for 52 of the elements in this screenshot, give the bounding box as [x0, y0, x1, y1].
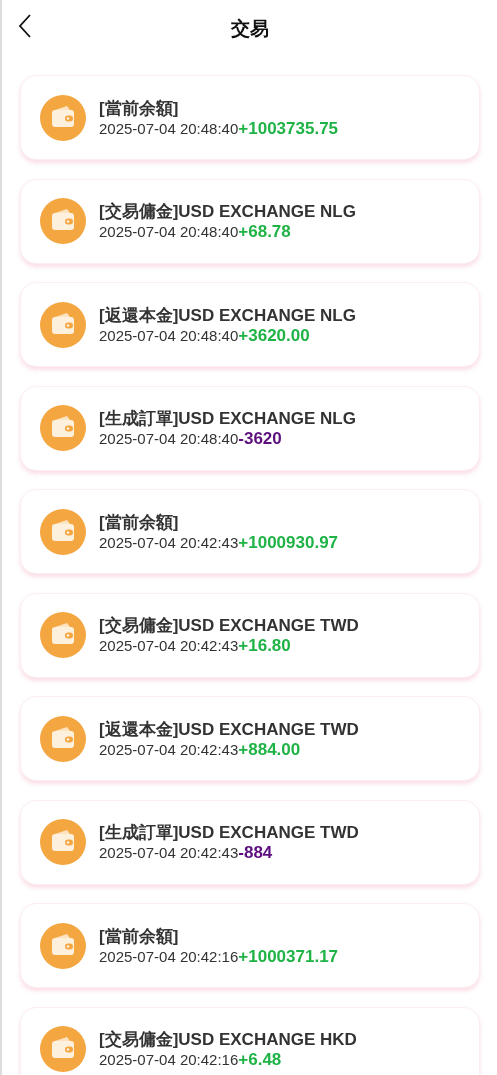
transaction-card[interactable]: [交易傭金]USD EXCHANGE HKD 2025-07-04 20:42:16+6.48 — [20, 1006, 480, 1075]
transaction-amount: +6.48 — [238, 1050, 282, 1069]
transaction-card[interactable]: [返還本金]USD EXCHANGE TWD 2025-07-04 20:42:43+884.00 — [20, 696, 480, 781]
transaction-title: [當前余額] — [99, 925, 180, 947]
wallet-icon — [40, 405, 86, 451]
transaction-amount: -884 — [238, 843, 273, 862]
wallet-icon — [40, 819, 86, 865]
transaction-card[interactable]: [生成訂單]USD EXCHANGE TWD 2025-07-04 20:42:43-884 — [20, 799, 480, 885]
transaction-card[interactable]: [當前余額] 2025-07-04 20:48:40+1003735.75 — [20, 75, 480, 160]
transaction-time: 2025-07-04 20:42:16 — [99, 1050, 239, 1069]
transaction-card[interactable]: [返還本金]USD EXCHANGE NLG 2025-07-04 20:48:40+3620.00 — [20, 282, 480, 367]
transaction-card[interactable]: [當前余額] 2025-07-04 20:42:16+1000371.17 — [20, 903, 480, 988]
transaction-amount: +3620.00 — [238, 325, 310, 345]
transaction-card[interactable]: [交易傭金]USD EXCHANGE NLG 2025-07-04 20:48:40+68.78 — [20, 178, 480, 264]
wallet-icon — [40, 508, 86, 555]
transaction-title: [交易傭金]USD EXCHANGE NLG — [99, 201, 356, 222]
transaction-title: [當前余額] — [99, 97, 180, 119]
transaction-title: [返還本金]USD EXCHANGE TWD — [99, 718, 359, 740]
transaction-amount: +1003735.75 — [238, 118, 339, 138]
transaction-card[interactable]: [生成訂單]USD EXCHANGE NLG 2025-07-04 20:48:40-3620 — [20, 385, 480, 471]
wallet-icon — [40, 1026, 86, 1072]
transaction-time: 2025-07-04 20:48:40 — [99, 118, 239, 138]
transaction-amount: +16.80 — [238, 636, 291, 655]
transaction-amount: +884.00 — [238, 739, 301, 759]
transaction-amount: +1000371.17 — [238, 946, 339, 966]
transaction-title: [當前余額] — [99, 511, 180, 533]
transaction-card[interactable]: [交易傭金]USD EXCHANGE TWD 2025-07-04 20:42:43+16.80 — [20, 592, 480, 678]
page-title: 交易 — [230, 17, 269, 41]
transaction-title: [交易傭金]USD EXCHANGE HKD — [99, 1029, 357, 1050]
wallet-icon — [40, 301, 86, 348]
transaction-card[interactable]: [當前余額] 2025-07-04 20:42:43+1000930.97 — [20, 489, 480, 574]
transaction-time: 2025-07-04 20:42:43 — [99, 739, 239, 759]
transaction-time: 2025-07-04 20:42:43 — [99, 843, 239, 862]
transaction-time: 2025-07-04 20:48:40 — [99, 429, 239, 448]
wallet-icon — [40, 612, 86, 658]
wallet-icon — [40, 94, 86, 141]
transaction-time: 2025-07-04 20:48:40 — [99, 222, 239, 241]
transaction-time: 2025-07-04 20:42:43 — [99, 636, 239, 655]
transaction-title: [返還本金]USD EXCHANGE NLG — [99, 304, 356, 326]
transaction-title: [生成訂單]USD EXCHANGE TWD — [99, 822, 359, 843]
wallet-icon — [40, 715, 86, 762]
back-button[interactable] — [18, 14, 32, 38]
transaction-time: 2025-07-04 20:42:16 — [99, 946, 239, 966]
transaction-amount: +68.78 — [238, 222, 291, 241]
transaction-title: [交易傭金]USD EXCHANGE TWD — [99, 615, 359, 636]
wallet-icon — [40, 922, 86, 969]
transaction-time: 2025-07-04 20:48:40 — [99, 325, 239, 345]
transaction-amount: +1000930.97 — [238, 532, 339, 552]
wallet-icon — [40, 198, 86, 244]
transaction-time: 2025-07-04 20:42:43 — [99, 532, 239, 552]
transaction-title: [生成訂單]USD EXCHANGE NLG — [99, 408, 356, 429]
transaction-amount: -3620 — [238, 429, 282, 448]
